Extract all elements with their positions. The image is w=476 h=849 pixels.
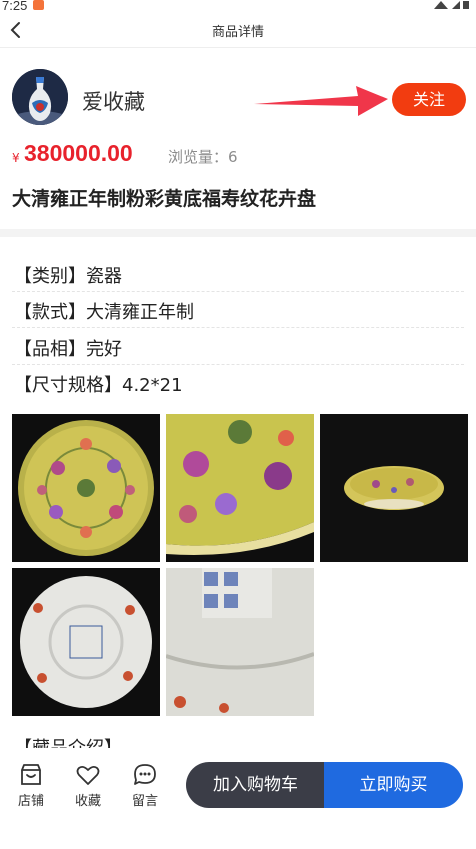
chat-bubble-icon — [134, 764, 156, 785]
price: 380000.00 — [24, 140, 133, 166]
page-title: 商品详情 — [211, 25, 264, 40]
currency-symbol: ¥ — [12, 151, 20, 165]
avatar[interactable] — [12, 69, 68, 125]
follow-button[interactable]: 关注 — [392, 83, 466, 116]
product-title: 大清雍正年制粉彩黄底福寿纹花卉盘 — [12, 188, 317, 210]
shop-icon — [21, 764, 41, 785]
spec-divider — [12, 291, 464, 292]
spec-category: 【类别】瓷器 — [14, 266, 122, 287]
message-label: 留言 — [131, 794, 158, 809]
title-bar: 商品详情 — [0, 12, 476, 48]
spec-size: 【尺寸规格】4.2*21 — [14, 375, 183, 396]
heart-icon — [76, 765, 100, 785]
section-divider — [0, 229, 476, 237]
favorite-label: 收藏 — [74, 794, 101, 809]
spec-divider — [12, 364, 464, 365]
status-bar: 7:25 — [0, 0, 476, 13]
seller-name: 爱收藏 — [82, 90, 145, 114]
price-row: ¥ 380000.00 浏览量：6 — [12, 140, 452, 170]
plate-top-view-photo[interactable] — [12, 414, 160, 562]
plate-underside-photo[interactable] — [12, 568, 160, 716]
favorite-tab[interactable]: 收藏 — [68, 762, 108, 810]
bottom-action-bar: 店铺 收藏 留言 加入购物车 立即购买 — [0, 748, 476, 849]
shop-label: 店铺 — [17, 794, 44, 809]
vase-avatar-icon — [12, 69, 68, 125]
spec-condition: 【品相】完好 — [14, 339, 122, 360]
seller-row: 爱收藏 关注 — [0, 52, 476, 144]
plate-side-view-photo[interactable] — [320, 414, 468, 562]
shop-tab[interactable]: 店铺 — [11, 762, 51, 810]
arrow-annotation-icon — [254, 86, 388, 116]
reign-mark-closeup-photo[interactable] — [166, 568, 314, 716]
spec-divider — [12, 327, 464, 328]
spec-style: 【款式】大清雍正年制 — [14, 302, 194, 323]
buy-now-button[interactable]: 立即购买 — [324, 762, 463, 808]
message-tab[interactable]: 留言 — [125, 762, 165, 810]
view-count: 浏览量：6 — [168, 148, 238, 166]
notification-icon — [33, 0, 44, 10]
plate-closeup-photo[interactable] — [166, 414, 314, 562]
signal-wifi-icon — [434, 1, 469, 9]
add-to-cart-button[interactable]: 加入购物车 — [186, 762, 325, 808]
